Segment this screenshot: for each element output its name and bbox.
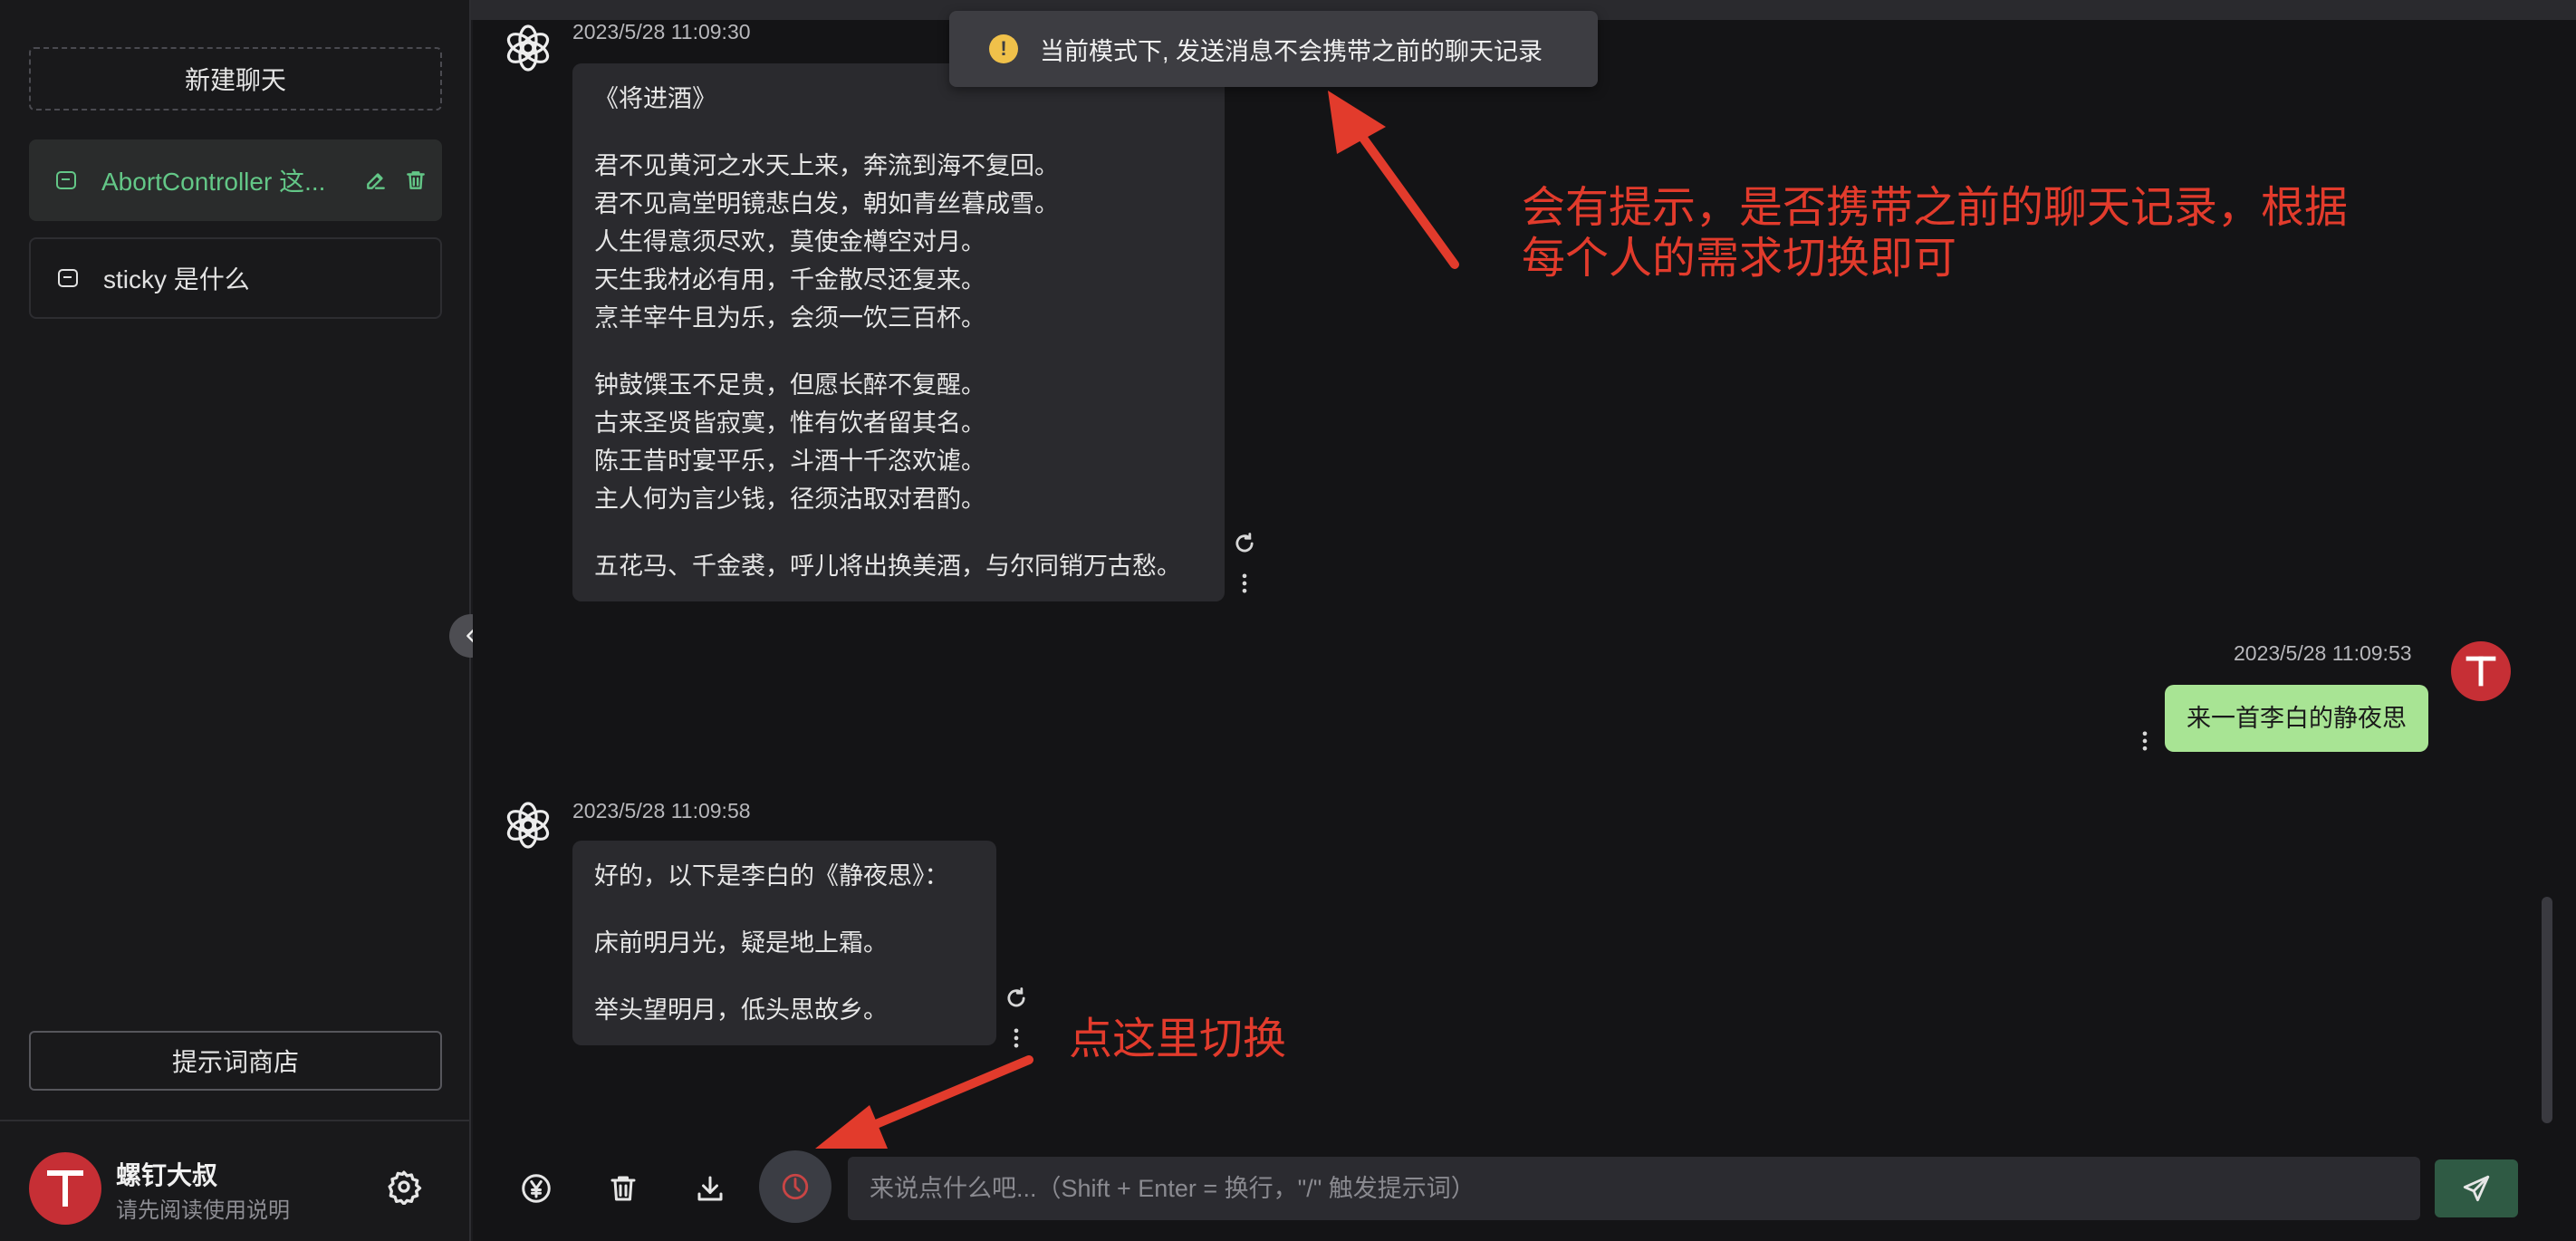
user-message-bubble: 来一首李白的静夜思 xyxy=(2165,685,2428,752)
message-line: 举头望明月，低头思故乡。 xyxy=(594,996,888,1024)
message-paragraph: 五花马、千金裘，呼儿将出换美酒，与尔同销万古愁。 xyxy=(594,547,1203,585)
message-line: 天生我材必有用，千金散尽还复来。 xyxy=(594,266,985,293)
user-name: 螺钉大叔 xyxy=(116,1161,218,1189)
yuan-icon[interactable] xyxy=(518,1170,554,1207)
more-vertical-icon[interactable] xyxy=(1232,571,1257,596)
new-chat-button[interactable]: 新建聊天 xyxy=(29,47,442,111)
message-paragraph: 床前明月光，疑是地上霜。 xyxy=(594,924,975,962)
message-paragraph: 君不见黄河之水天上来，奔流到海不复回。 君不见高堂明镜悲白发，朝如青丝暮成雪。 … xyxy=(594,147,1203,337)
warning-icon: ! xyxy=(989,34,1018,63)
message-line: 烹羊宰牛且为乐，会须一饮三百杯。 xyxy=(594,304,985,332)
user-avatar[interactable] xyxy=(29,1152,101,1225)
toast-text: 当前模式下, 发送消息不会携带之前的聊天记录 xyxy=(1040,37,1543,65)
download-icon[interactable] xyxy=(692,1170,728,1207)
prompt-store-button[interactable]: 提示词商店 xyxy=(29,1031,442,1091)
chat-bubble-icon xyxy=(56,171,76,189)
message-line: 君不见黄河之水天上来，奔流到海不复回。 xyxy=(594,152,1059,179)
avatar-t-icon xyxy=(47,1170,83,1207)
message-paragraph: 好的，以下是李白的《静夜思》： xyxy=(594,857,975,895)
edit-icon[interactable] xyxy=(364,168,388,192)
avatar-t-icon xyxy=(2465,656,2496,687)
message-line: 古来圣贤皆寂寞，惟有饮者留其名。 xyxy=(594,409,985,437)
message-timestamp: 2023/5/28 11:09:30 xyxy=(572,20,751,43)
scrollbar-thumb[interactable] xyxy=(2542,897,2552,1123)
annotation-bottom: 点这里切换 xyxy=(1069,1015,1287,1063)
message-paragraph: 举头望明月，低头思故乡。 xyxy=(594,991,975,1029)
settings-gear-icon[interactable] xyxy=(386,1169,422,1205)
trash-icon[interactable] xyxy=(605,1170,641,1207)
context-toggle-icon xyxy=(782,1173,809,1200)
assistant-message-bubble: 《将进酒》 君不见黄河之水天上来，奔流到海不复回。 君不见高堂明镜悲白发，朝如青… xyxy=(572,63,1225,601)
message-paragraph: 钟鼓馔玉不足贵，但愿长醉不复醒。 古来圣贤皆寂寞，惟有饮者留其名。 陈王昔时宴平… xyxy=(594,366,1203,518)
regenerate-icon[interactable] xyxy=(1232,531,1257,556)
user-subtitle[interactable]: 请先阅读使用说明 xyxy=(116,1192,290,1224)
message-line: 人生得意须尽欢，莫使金樽空对月。 xyxy=(594,228,985,255)
send-button[interactable] xyxy=(2435,1159,2518,1217)
chat-input[interactable] xyxy=(848,1157,2420,1220)
more-vertical-icon[interactable] xyxy=(1004,1025,1029,1051)
message-line: 五花马、千金裘，呼儿将出换美酒，与尔同销万古愁。 xyxy=(594,553,1181,580)
chat-item-sticky[interactable]: sticky 是什么 xyxy=(29,237,442,319)
message-timestamp: 2023/5/28 11:09:53 xyxy=(2234,641,2412,665)
message-line: 主人何为言少钱，径须沽取对君酌。 xyxy=(594,486,985,513)
send-icon xyxy=(2463,1175,2490,1202)
message-line: 钟鼓馔玉不足贵，但愿长醉不复醒。 xyxy=(594,371,985,399)
chat-item-label: sticky 是什么 xyxy=(103,265,250,293)
annotation-line: 会有提示，是否携带之前的聊天记录，根据 xyxy=(1522,184,2349,232)
chat-bubble-icon xyxy=(58,269,78,287)
message-line: 陈王昔时宴平乐，斗酒十千恣欢谑。 xyxy=(594,447,985,475)
annotation-line: 每个人的需求切换即可 xyxy=(1522,235,1957,283)
chat-item-actions xyxy=(364,139,428,221)
context-toggle-button[interactable] xyxy=(759,1150,831,1223)
chat-item-abortcontroller[interactable]: AbortController 这... xyxy=(29,139,442,221)
assistant-message-bubble: 好的，以下是李白的《静夜思》： 床前明月光，疑是地上霜。 举头望明月，低头思故乡… xyxy=(572,841,996,1045)
message-line: 好的，以下是李白的《静夜思》： xyxy=(594,862,949,890)
delete-icon[interactable] xyxy=(404,168,428,192)
openai-logo-icon xyxy=(506,802,550,849)
app-root: 新建聊天 AbortController 这... sticky 是什么 提示词… xyxy=(0,0,2576,1241)
openai-logo-icon xyxy=(506,24,550,72)
annotation-top: 会有提示，是否携带之前的聊天记录，根据 每个人的需求切换即可 xyxy=(1522,183,2348,284)
context-mode-toast: ! 当前模式下, 发送消息不会携带之前的聊天记录 xyxy=(949,11,1598,87)
more-vertical-icon[interactable] xyxy=(2132,728,2158,754)
message-text: 来一首李白的静夜思 xyxy=(2187,705,2407,732)
regenerate-icon[interactable] xyxy=(1004,986,1029,1011)
message-timestamp: 2023/5/28 11:09:58 xyxy=(572,799,751,823)
sidebar: 新建聊天 AbortController 这... sticky 是什么 提示词… xyxy=(0,0,471,1241)
sidebar-divider xyxy=(0,1120,471,1121)
message-line: 君不见高堂明镜悲白发，朝如青丝暮成雪。 xyxy=(594,190,1059,217)
user-message-avatar xyxy=(2451,641,2511,701)
message-line: 床前明月光，疑是地上霜。 xyxy=(594,929,888,957)
chat-item-label: AbortController 这... xyxy=(101,168,326,196)
